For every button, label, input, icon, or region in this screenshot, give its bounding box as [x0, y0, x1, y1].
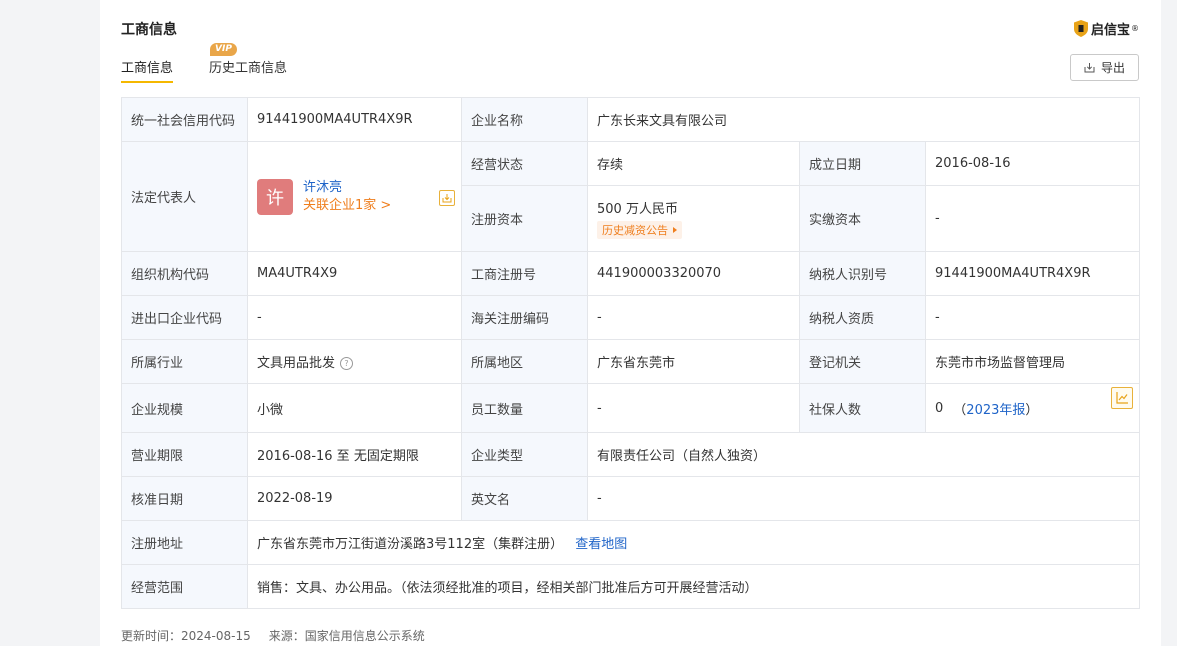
org-code-label: 组织机构代码 — [121, 251, 248, 296]
tab-business-info-label: 工商信息 — [121, 61, 174, 76]
industry-value: 文具用品批发 — [257, 356, 336, 371]
reg-capital-value: 500 万人民币 — [597, 202, 678, 217]
status-value: 存续 — [587, 141, 800, 186]
table-row: 进出口企业代码 - 海关注册编码 - 纳税人资质 - — [121, 295, 1140, 340]
logo-trademark: ® — [1131, 24, 1139, 33]
address-cell: 广东省东莞市万江街道汾溪路3号112室（集群注册） 查看地图 — [247, 520, 1140, 565]
section-title: 工商信息 — [121, 22, 177, 38]
update-time: 更新时间：2024-08-15 — [121, 629, 251, 643]
address-value: 广东省东莞市万江街道汾溪路3号112室（集群注册） — [257, 537, 564, 552]
export-label: 导出 — [1100, 61, 1125, 75]
address-label: 注册地址 — [121, 520, 248, 565]
scale-label: 企业规模 — [121, 383, 248, 433]
taxpayer-qual-value: - — [925, 295, 1140, 340]
vip-badge: VIP — [210, 43, 237, 56]
region-value: 广东省东莞市 — [587, 339, 800, 384]
employees-label: 员工数量 — [461, 383, 588, 433]
social-cell: 0 （ 2023年报 ） — [925, 383, 1140, 433]
table-row: 经营范围 销售：文具、办公用品。（依法须经批准的项目，经相关部门批准后方可开展经… — [121, 564, 1140, 609]
annual-report-link[interactable]: 2023年报 — [966, 399, 1025, 418]
tab-history-business-info[interactable]: VIP 历史工商信息 — [209, 43, 288, 83]
logo-text: 启信宝 — [1090, 23, 1130, 38]
scope-value: 销售：文具、办公用品。（依法须经批准的项目，经相关部门批准后方可开展经营活动） — [247, 564, 1140, 609]
region-label: 所属地区 — [461, 339, 588, 384]
line-chart-icon — [1115, 392, 1128, 404]
type-value: 有限责任公司（自然人独资） — [587, 432, 1140, 477]
table-row: 核准日期 2022-08-19 英文名 - — [121, 476, 1140, 521]
company-name-label: 企业名称 — [461, 97, 588, 142]
question-icon[interactable]: ? — [340, 357, 354, 370]
industry-cell: 文具用品批发? — [247, 339, 462, 384]
export-button[interactable]: 导出 — [1070, 54, 1139, 81]
legal-rep-name-link[interactable]: 许沐亮 — [303, 179, 391, 197]
credit-code-value: 91441900MA4UTR4X9R — [247, 97, 462, 142]
table-row: 企业规模 小微 员工数量 - 社保人数 0 （ 2023年报 ） — [121, 383, 1140, 433]
caret-right-icon — [673, 227, 677, 233]
approval-value: 2022-08-19 — [247, 476, 462, 521]
social-value: 0 — [935, 400, 944, 416]
info-tabs: 工商信息 VIP 历史工商信息 — [121, 43, 288, 83]
legal-rep-export-button[interactable] — [439, 189, 455, 206]
table-row: 注册地址 广东省东莞市万江街道汾溪路3号112室（集群注册） 查看地图 — [121, 520, 1140, 565]
social-open-paren: （ — [953, 402, 967, 418]
related-companies-link[interactable]: 关联企业1家 > — [303, 197, 391, 215]
term-label: 营业期限 — [121, 432, 248, 477]
legal-rep-avatar: 许 — [257, 178, 293, 215]
english-value: - — [587, 476, 1140, 521]
status-label: 经营状态 — [461, 141, 588, 186]
employees-value: - — [587, 383, 800, 433]
trend-chart-button[interactable] — [1111, 386, 1133, 409]
table-row: 统一社会信用代码 91441900MA4UTR4X9R 企业名称 广东长来文具有… — [121, 97, 1140, 142]
reg-capital-label: 注册资本 — [461, 185, 588, 252]
authority-value: 东莞市市场监督管理局 — [925, 339, 1140, 384]
english-label: 英文名 — [461, 476, 588, 521]
download-icon — [442, 193, 452, 202]
data-source: 来源：国家信用信息公示系统 — [268, 629, 425, 643]
footer: 更新时间：2024-08-15 来源：国家信用信息公示系统 — [121, 627, 425, 644]
table-row: 法定代表人 许 许沐亮 关联企业1家 > 经营状态 存续 成立日期 2016-0… — [121, 141, 1140, 252]
table-row: 所属行业 文具用品批发? 所属地区 广东省东莞市 登记机关 东莞市市场监督管理局 — [121, 339, 1140, 384]
legal-rep-cell: 许 许沐亮 关联企业1家 > — [247, 141, 462, 252]
reg-capital-cell: 500 万人民币 历史减资公告 — [587, 185, 800, 252]
approval-label: 核准日期 — [121, 476, 248, 521]
shield-logo-icon — [1073, 20, 1088, 37]
capital-reduction-tag[interactable]: 历史减资公告 — [597, 221, 682, 239]
import-export-label: 进出口企业代码 — [121, 295, 248, 340]
business-info-table: 统一社会信用代码 91441900MA4UTR4X9R 企业名称 广东长来文具有… — [121, 97, 1140, 609]
customs-label: 海关注册编码 — [461, 295, 588, 340]
taxpayer-qual-label: 纳税人资质 — [799, 295, 926, 340]
tab-history-label: 历史工商信息 — [209, 61, 288, 76]
reg-no-label: 工商注册号 — [461, 251, 588, 296]
industry-label: 所属行业 — [121, 339, 248, 384]
credit-code-label: 统一社会信用代码 — [121, 97, 248, 142]
customs-value: - — [587, 295, 800, 340]
tab-business-info[interactable]: 工商信息 — [121, 57, 174, 83]
download-icon — [1084, 63, 1095, 73]
scope-label: 经营范围 — [121, 564, 248, 609]
table-row: 组织机构代码 MA4UTR4X9 工商注册号 441900003320070 纳… — [121, 251, 1140, 296]
type-label: 企业类型 — [461, 432, 588, 477]
paid-capital-label: 实缴资本 — [799, 185, 926, 252]
view-map-link[interactable]: 查看地图 — [575, 537, 627, 552]
paid-capital-value: - — [925, 185, 1140, 252]
founded-label: 成立日期 — [799, 141, 926, 186]
founded-value: 2016-08-16 — [925, 141, 1140, 186]
qixinbao-logo: 启信宝 ® — [1073, 19, 1139, 38]
authority-label: 登记机关 — [799, 339, 926, 384]
business-info-card: 工商信息 启信宝 ® 工商信息 VIP 历史工商信息 导出 统一社会信用代码 9… — [100, 0, 1161, 646]
org-code-value: MA4UTR4X9 — [247, 251, 462, 296]
taxpayer-id-label: 纳税人识别号 — [799, 251, 926, 296]
social-close-paren: ） — [1025, 402, 1039, 418]
social-label: 社保人数 — [799, 383, 926, 433]
legal-rep-label: 法定代表人 — [121, 141, 248, 252]
capital-reduction-label: 历史减资公告 — [602, 224, 668, 237]
term-value: 2016-08-16 至 无固定期限 — [247, 432, 462, 477]
table-row: 营业期限 2016-08-16 至 无固定期限 企业类型 有限责任公司（自然人独… — [121, 432, 1140, 477]
company-name-value: 广东长来文具有限公司 — [587, 97, 1140, 142]
reg-no-value: 441900003320070 — [587, 251, 800, 296]
scale-value: 小微 — [247, 383, 462, 433]
import-export-value: - — [247, 295, 462, 340]
taxpayer-id-value: 91441900MA4UTR4X9R — [925, 251, 1140, 296]
